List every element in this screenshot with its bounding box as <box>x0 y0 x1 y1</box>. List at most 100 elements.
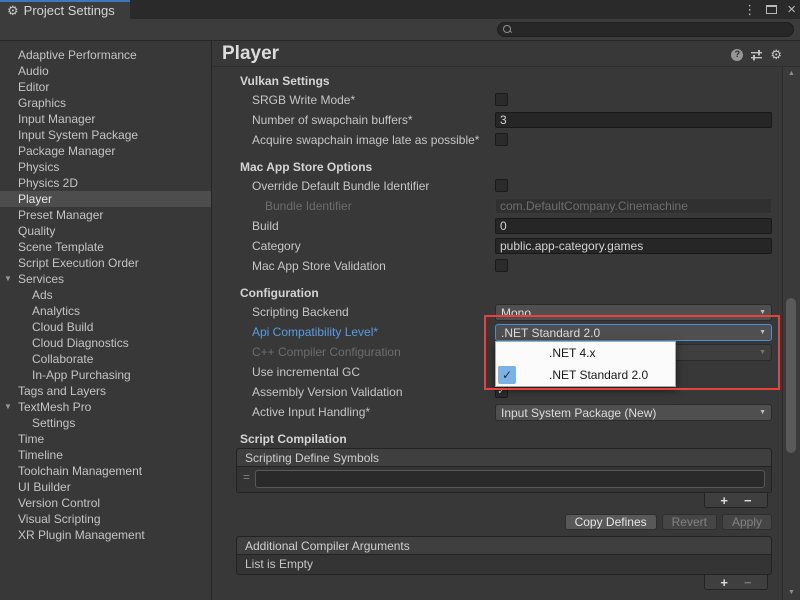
bundle-identifier-field[interactable] <box>495 198 772 214</box>
row-category: Category <box>212 236 782 256</box>
acquire-swapchain-checkbox[interactable] <box>495 133 508 146</box>
maximize-icon[interactable] <box>766 5 777 14</box>
preset-icon[interactable] <box>750 49 763 61</box>
gear-icon: ⚙ <box>7 4 19 17</box>
scrollbar-thumb[interactable] <box>786 298 796 453</box>
option-net-standard-2-0[interactable]: ✓ .NET Standard 2.0 <box>496 364 675 386</box>
row-api-compatibility-level: Api Compatibility Level* .NET Standard 2… <box>212 322 782 342</box>
category-field[interactable] <box>495 238 772 254</box>
search-input[interactable] <box>516 23 793 36</box>
sidebar-item-package-manager[interactable]: Package Manager <box>0 143 211 159</box>
window-menu-icon[interactable]: ⋮ <box>743 3 756 16</box>
add-icon[interactable]: + <box>720 576 728 589</box>
define-symbol-field[interactable] <box>255 470 765 488</box>
remove-icon[interactable]: − <box>744 576 752 589</box>
api-compatibility-dropdown[interactable]: .NET Standard 2.0 ▼ <box>495 324 772 341</box>
panel-header: Player ? ⚙ <box>212 41 800 67</box>
section-mac-app-store: Mac App Store Options Override Default B… <box>212 158 782 276</box>
active-input-handling-dropdown[interactable]: Input System Package (New) ▼ <box>495 404 772 421</box>
sidebar-item-toolchain-management[interactable]: Toolchain Management <box>0 463 211 479</box>
copy-defines-button[interactable]: Copy Defines <box>565 514 657 530</box>
page-title: Player <box>222 43 279 65</box>
sidebar-list: Adaptive PerformanceAudioEditorGraphicsI… <box>0 47 211 543</box>
row-active-input-handling: Active Input Handling* Input System Pack… <box>212 402 782 422</box>
sidebar-item-editor[interactable]: Editor <box>0 79 211 95</box>
expander-icon[interactable]: ▼ <box>4 271 12 287</box>
sidebar-item-label: Audio <box>18 64 49 78</box>
sidebar-item-label: Editor <box>18 80 49 94</box>
sidebar-item-label: Analytics <box>32 304 80 318</box>
sidebar-item-physics-2d[interactable]: Physics 2D <box>0 175 211 191</box>
override-bundle-identifier-checkbox[interactable] <box>495 179 508 192</box>
tab-project-settings[interactable]: ⚙ Project Settings <box>0 0 130 19</box>
sidebar-item-time[interactable]: Time <box>0 431 211 447</box>
apply-button[interactable]: Apply <box>722 514 772 530</box>
mac-app-store-validation-checkbox[interactable] <box>495 259 508 272</box>
sidebar-item-label: Version Control <box>18 496 100 510</box>
scripting-define-symbols-box: Scripting Define Symbols = <box>236 448 772 493</box>
add-icon[interactable]: + <box>720 494 728 507</box>
section-header-script-compilation: Script Compilation <box>212 430 782 448</box>
sidebar-item-collaborate[interactable]: Collaborate <box>0 351 211 367</box>
tab-title: Project Settings <box>24 3 115 18</box>
section-script-compilation: Script Compilation Scripting Define Symb… <box>212 430 782 590</box>
sidebar-item-graphics[interactable]: Graphics <box>0 95 211 111</box>
chevron-down-icon: ▼ <box>759 409 766 416</box>
sidebar-item-cloud-diagnostics[interactable]: Cloud Diagnostics <box>0 335 211 351</box>
sidebar-item-analytics[interactable]: Analytics <box>0 303 211 319</box>
vertical-scrollbar[interactable]: ▲ ▼ <box>783 67 800 600</box>
sidebar-item-input-manager[interactable]: Input Manager <box>0 111 211 127</box>
option-net-4x[interactable]: .NET 4.x <box>496 342 675 364</box>
help-icon[interactable]: ? <box>731 49 743 61</box>
build-field[interactable] <box>495 218 772 234</box>
chevron-down-icon: ▼ <box>759 309 766 316</box>
sidebar-item-settings[interactable]: Settings <box>0 415 211 431</box>
row-override-bundle-identifier: Override Default Bundle Identifier <box>212 176 782 196</box>
sidebar-item-version-control[interactable]: Version Control <box>0 495 211 511</box>
sidebar-item-label: Scene Template <box>18 240 104 254</box>
sidebar-item-physics[interactable]: Physics <box>0 159 211 175</box>
revert-button[interactable]: Revert <box>662 514 717 530</box>
sidebar-item-services[interactable]: ▼ Services <box>0 271 211 287</box>
drag-handle-icon[interactable]: = <box>243 470 250 484</box>
section-header-configuration: Configuration <box>212 284 782 302</box>
section-header-vulkan: Vulkan Settings <box>212 72 782 90</box>
sidebar-item-in-app-purchasing[interactable]: In-App Purchasing <box>0 367 211 383</box>
sidebar-item-audio[interactable]: Audio <box>0 63 211 79</box>
sidebar-item-xr-plugin-management[interactable]: XR Plugin Management <box>0 527 211 543</box>
expander-icon[interactable]: ▼ <box>4 399 12 415</box>
scroll-up-icon[interactable]: ▲ <box>783 68 800 80</box>
sidebar-item-player[interactable]: Player <box>0 191 211 207</box>
sidebar-item-label: Package Manager <box>18 144 115 158</box>
sidebar-item-scene-template[interactable]: Scene Template <box>0 239 211 255</box>
search-box[interactable] <box>497 22 794 37</box>
sidebar-item-label: Quality <box>18 224 55 238</box>
sidebar-item-adaptive-performance[interactable]: Adaptive Performance <box>0 47 211 63</box>
sidebar-item-label: In-App Purchasing <box>32 368 131 382</box>
sidebar-item-preset-manager[interactable]: Preset Manager <box>0 207 211 223</box>
sidebar-item-quality[interactable]: Quality <box>0 223 211 239</box>
sidebar-item-timeline[interactable]: Timeline <box>0 447 211 463</box>
sidebar-item-input-system-package[interactable]: Input System Package <box>0 127 211 143</box>
swapchain-buffers-field[interactable] <box>495 112 772 128</box>
row-bundle-identifier: Bundle Identifier <box>212 196 782 216</box>
list-empty-label: List is Empty <box>237 555 771 574</box>
remove-icon[interactable]: − <box>744 494 752 507</box>
sidebar-item-label: Collaborate <box>32 352 93 366</box>
sidebar-item-ads[interactable]: Ads <box>0 287 211 303</box>
sidebar-item-label: Services <box>18 272 64 286</box>
sidebar-item-label: XR Plugin Management <box>18 528 145 542</box>
scripting-backend-dropdown[interactable]: Mono ▼ <box>495 304 772 321</box>
srgb-write-mode-checkbox[interactable] <box>495 93 508 106</box>
sidebar-item-label: Physics <box>18 160 59 174</box>
sidebar-item-tags-and-layers[interactable]: Tags and Layers <box>0 383 211 399</box>
gear-icon[interactable]: ⚙ <box>770 48 782 61</box>
scroll-down-icon[interactable]: ▼ <box>783 587 800 599</box>
sidebar-item-textmesh-pro[interactable]: ▼TextMesh Pro <box>0 399 211 415</box>
sidebar-item-visual-scripting[interactable]: Visual Scripting <box>0 511 211 527</box>
sidebar-item-cloud-build[interactable]: Cloud Build <box>0 319 211 335</box>
close-icon[interactable]: × <box>787 2 796 17</box>
sidebar-item-ui-builder[interactable]: UI Builder <box>0 479 211 495</box>
sidebar-item-script-execution-order[interactable]: Script Execution Order <box>0 255 211 271</box>
row-build: Build <box>212 216 782 236</box>
